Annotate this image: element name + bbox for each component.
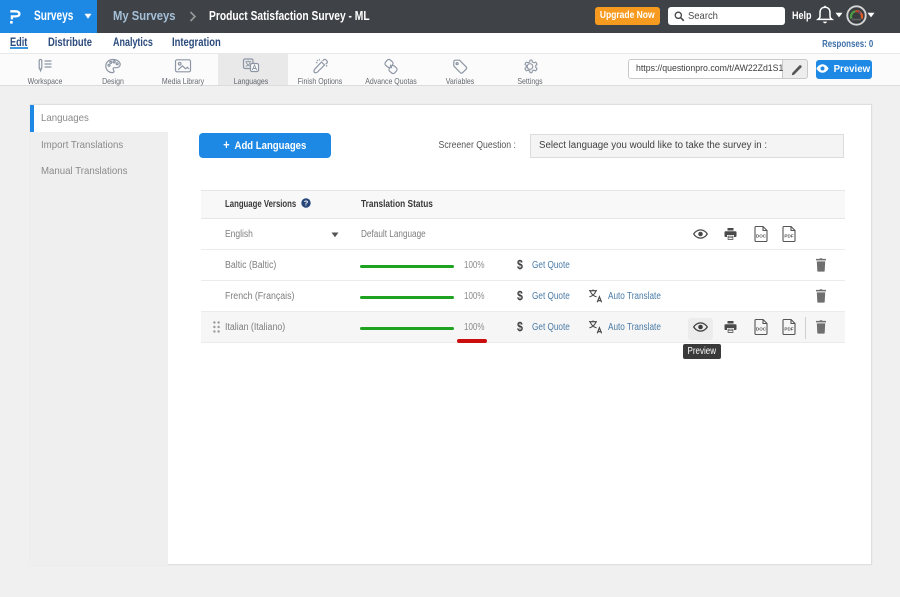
svg-text:?: ? <box>304 199 309 208</box>
svg-text:PDF: PDF <box>784 327 793 332</box>
svg-text:PDF: PDF <box>784 234 793 239</box>
svg-text:DOC: DOC <box>756 327 767 332</box>
svg-text:DOC: DOC <box>756 234 767 239</box>
